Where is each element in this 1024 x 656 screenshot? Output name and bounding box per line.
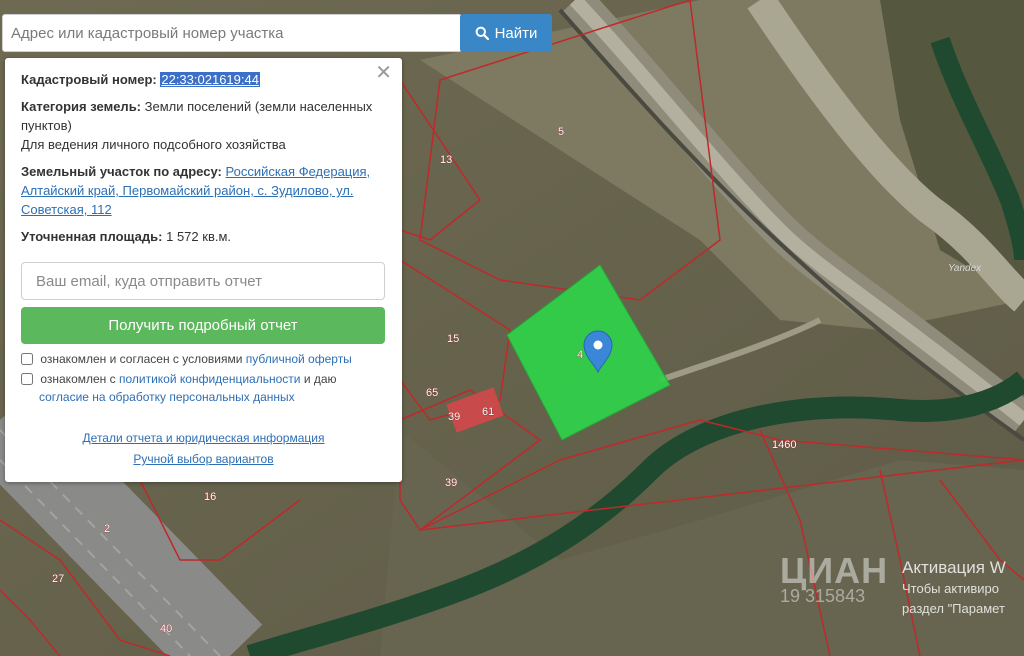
parcel-label: 16 xyxy=(204,491,216,503)
footer-links: Детали отчета и юридическая информация Р… xyxy=(21,428,386,470)
search-icon xyxy=(475,26,489,40)
parcel-label: 39 xyxy=(448,411,460,423)
windows-activation-notice: Активация W Чтобы активиро раздел "Парам… xyxy=(902,557,1006,619)
activation-line: раздел "Парамет xyxy=(902,601,1005,616)
cadastral-row: Кадастровый номер: 22:33:021619:44 xyxy=(21,70,386,89)
consent-privacy-text: ознакомлен с xyxy=(40,372,116,386)
cadastral-label: Кадастровый номер: xyxy=(21,72,157,87)
parcel-label: 2 xyxy=(104,523,110,535)
consent-privacy-text: и даю xyxy=(303,372,337,386)
consent-offer-checkbox[interactable] xyxy=(21,353,33,365)
consent-offer-text: ознакомлен и согласен с условиями xyxy=(40,352,243,366)
consent-offer-row: ознакомлен и согласен с условиями публич… xyxy=(21,350,386,368)
report-details-link[interactable]: Детали отчета и юридическая информация xyxy=(83,431,325,445)
privacy-policy-link[interactable]: политикой конфиденциальности xyxy=(119,372,300,386)
parcel-label: 61 xyxy=(482,406,494,418)
address-label: Земельный участок по адресу: xyxy=(21,164,222,179)
parcel-label: 39 xyxy=(445,477,457,489)
parcel-label: 65 xyxy=(426,387,438,399)
area-value: 1 572 кв.м. xyxy=(166,229,232,244)
usage-value: Для ведения личного подсобного хозяйства xyxy=(21,137,286,152)
manual-selection-link[interactable]: Ручной выбор вариантов xyxy=(133,452,273,466)
address-row: Земельный участок по адресу: Российская … xyxy=(21,162,386,219)
close-icon[interactable]: ✕ xyxy=(375,63,392,83)
parcel-label: 4 xyxy=(577,349,583,361)
parcel-info-panel: ✕ Кадастровый номер: 22:33:021619:44 Кат… xyxy=(5,58,402,482)
public-offer-link[interactable]: публичной оферты xyxy=(246,352,352,366)
activation-line: Чтобы активиро xyxy=(902,581,1000,596)
parcel-label: 5 xyxy=(558,126,564,138)
area-label: Уточненная площадь: xyxy=(21,229,163,244)
parcel-label: 15 xyxy=(447,333,459,345)
cadastral-number-link[interactable]: 22:33:021619:44 xyxy=(160,72,260,87)
consent-privacy-row: ознакомлен с политикой конфиденциальност… xyxy=(21,370,386,406)
parcel-label: 27 xyxy=(52,573,64,585)
get-report-button[interactable]: Получить подробный отчет xyxy=(21,307,385,344)
parcel-label: 13 xyxy=(440,154,452,166)
email-field[interactable] xyxy=(21,262,385,300)
parcel-label: 40 xyxy=(160,623,172,635)
map-attribution: Yandex xyxy=(948,263,982,274)
category-label: Категория земель: xyxy=(21,99,142,114)
consent-privacy-checkbox[interactable] xyxy=(21,373,33,385)
personal-data-consent-link[interactable]: согласие на обработку персональных данны… xyxy=(39,390,295,404)
search-button-label: Найти xyxy=(494,24,538,42)
category-row: Категория земель: Земли поселений (земли… xyxy=(21,97,386,154)
area-row: Уточненная площадь: 1 572 кв.м. xyxy=(21,227,386,246)
search-input[interactable] xyxy=(2,14,462,52)
parcel-label: 1460 xyxy=(772,439,796,451)
search-button[interactable]: Найти xyxy=(460,14,552,52)
activation-title: Активация W xyxy=(902,558,1006,577)
watermark-sub: 19 315843 xyxy=(780,586,866,606)
